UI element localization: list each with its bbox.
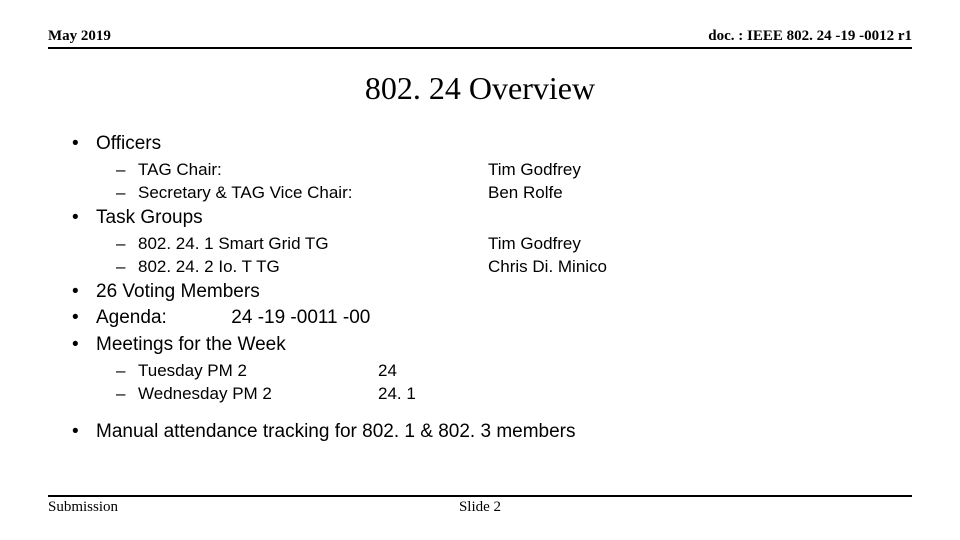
task-group-lead: Tim Godfrey [488, 233, 912, 255]
officer-row: Secretary & TAG Vice Chair: Ben Rolfe [60, 182, 912, 204]
meeting-group: 24 [378, 360, 912, 382]
task-group-row: 802. 24. 2 Io. T TG Chris Di. Minico [60, 256, 912, 278]
footer-slide-number: Slide 2 [48, 499, 912, 516]
header-doc-id: doc. : IEEE 802. 24 -19 -0012 r1 [708, 28, 912, 45]
bullet-officers: Officers [60, 132, 912, 157]
officer-row: TAG Chair: Tim Godfrey [60, 159, 912, 181]
agenda-doc: 24 -19 -0011 -00 [231, 307, 370, 328]
meeting-row: Wednesday PM 2 24. 1 [60, 383, 912, 405]
meeting-group: 24. 1 [378, 383, 912, 405]
bullet-meetings: Meetings for the Week [60, 333, 912, 358]
officer-name: Ben Rolfe [488, 182, 912, 204]
task-group-row: 802. 24. 1 Smart Grid TG Tim Godfrey [60, 233, 912, 255]
slide-title: 802. 24 Overview [0, 70, 960, 107]
task-group-name: 802. 24. 1 Smart Grid TG [138, 233, 488, 255]
slide-footer: Submission Slide 2 [48, 495, 912, 516]
slide: May 2019 doc. : IEEE 802. 24 -19 -0012 r… [0, 0, 960, 540]
task-group-lead: Chris Di. Minico [488, 256, 912, 278]
spacer [60, 406, 912, 418]
officer-role: Secretary & TAG Vice Chair: [138, 182, 488, 204]
bullet-agenda: Agenda: 24 -19 -0011 -00 [60, 306, 912, 331]
bullet-task-groups: Task Groups [60, 206, 912, 231]
meeting-row: Tuesday PM 2 24 [60, 360, 912, 382]
task-group-name: 802. 24. 2 Io. T TG [138, 256, 488, 278]
slide-body: Officers TAG Chair: Tim Godfrey Secretar… [60, 130, 912, 447]
officer-name: Tim Godfrey [488, 159, 912, 181]
footer-left: Submission [48, 499, 118, 516]
agenda-label: Agenda: [96, 306, 226, 331]
meeting-slot: Tuesday PM 2 [138, 360, 378, 382]
slide-header: May 2019 doc. : IEEE 802. 24 -19 -0012 r… [48, 28, 912, 49]
bullet-attendance-note: Manual attendance tracking for 802. 1 & … [60, 420, 912, 445]
bullet-voting-members: 26 Voting Members [60, 280, 912, 305]
meeting-slot: Wednesday PM 2 [138, 383, 378, 405]
officer-role: TAG Chair: [138, 159, 488, 181]
header-date: May 2019 [48, 28, 111, 45]
